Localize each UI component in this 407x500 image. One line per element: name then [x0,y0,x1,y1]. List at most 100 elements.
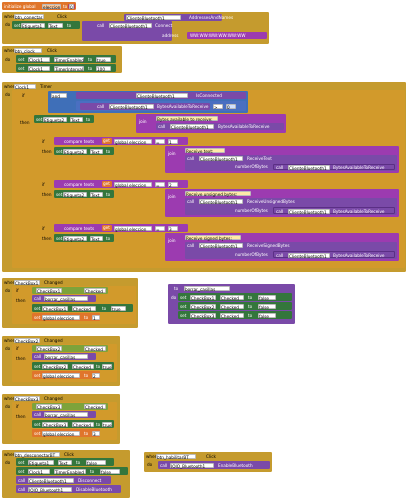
component-dropdown[interactable]: CheckBox1 [42,305,68,312]
set-global-eleccion[interactable]: set global eleccion to 3 [32,429,100,437]
if-eleccion-2[interactable]: if then compare texts get global eleccio… [34,179,403,220]
component-dropdown[interactable]: CheckBox2 [190,303,216,310]
text-literal[interactable]: Bytes available to receive: [156,115,218,122]
if-block[interactable]: if then CheckBox1 Checked call borrar_ca… [12,286,136,324]
component-dropdown[interactable]: CheckBox3 [42,421,68,428]
property-dropdown[interactable]: Text [90,191,103,198]
component-dropdown[interactable]: ClienteBluetooth1 [199,199,243,205]
property-dropdown[interactable]: Text [58,459,72,466]
and-dropdown[interactable]: and [51,93,67,99]
component-dropdown[interactable]: CheckBox3 [190,312,216,319]
variable-dropdown[interactable]: global eleccion [114,138,152,145]
number-value[interactable]: 0 [226,103,236,110]
component-dropdown[interactable]: btn_clock [14,47,42,54]
property-dropdown[interactable]: Checked [220,303,244,310]
compare-texts-2[interactable]: compare texts get global eleccion = 2 [54,180,188,188]
property-dropdown[interactable]: Text [90,235,103,242]
boolean-true[interactable]: true [111,305,126,312]
component-dropdown[interactable]: btn_habilitarBT [156,453,196,460]
component-dropdown[interactable]: Clock1 [28,468,50,475]
property-dropdown[interactable]: Checked [84,288,106,294]
bytes-available-call[interactable]: call ClienteBluetooth1 BytesAvailableToR… [273,251,395,259]
bytes-available-call[interactable]: call ClienteBluetooth1 BytesAvailableToR… [80,102,210,110]
number-value-block[interactable]: 0 [68,3,75,10]
set-etiqueta1-text[interactable]: set Etiqueta1 Text to false [16,458,114,466]
event-btn-conectar-click[interactable]: when btn_conectar Click do set Etiqueta1… [2,12,269,44]
boolean-true[interactable]: true [102,363,112,370]
set-global-eleccion[interactable]: set global eleccion to 1 [32,313,100,321]
procedure-dropdown[interactable]: borrar_casillas [44,296,88,302]
variable-dropdown[interactable]: global eleccion [42,372,80,379]
property-dropdown[interactable]: Checked [72,305,96,312]
component-dropdown[interactable]: ClienteBluetooth1 [126,15,181,21]
event-btn-habilitar-click[interactable]: when btn_habilitarBT Click do call IOIO_… [144,452,272,472]
set-checkbox-checked[interactable]: set CheckBox1 Checked to true [32,304,133,312]
property-dropdown[interactable]: Checked [84,346,106,352]
component-dropdown[interactable]: ClienteBluetooth1 [136,93,188,99]
variable-dropdown[interactable]: global eleccion [114,181,152,188]
component-dropdown[interactable]: ClienteBluetooth1 [109,22,152,29]
call-connect-block[interactable]: call ClienteBluetooth1 Connect address [82,21,178,41]
join-block[interactable]: join Receive unsigned bytes: call Client… [165,189,399,217]
if-block[interactable]: if then CheckBox2 Checked call borrar_ca… [12,344,117,382]
component-dropdown[interactable]: ClienteBluetooth1 [28,477,74,484]
event-btn-desconectar-click[interactable]: when btn_desconectarBT Click do set Etiq… [2,450,130,498]
compare-texts-1[interactable]: compare texts get global eleccion = 1 [54,137,188,145]
set-etiqueta1-text[interactable]: set Etiqueta1 Text to [12,21,80,29]
procedure-dropdown[interactable]: borrar_casillas [44,412,88,418]
procedure-name[interactable]: borrar_casillas [184,285,230,292]
component-dropdown[interactable]: CheckBox1 [36,288,62,294]
if-block[interactable]: if then CheckBox3 Checked call borrar_ca… [12,402,117,440]
set-checkbox3-false[interactable]: set CheckBox3 Checked to false [178,311,292,319]
compare-texts-3[interactable]: compare texts get global eleccion = 3 [54,224,188,232]
operator-dropdown[interactable]: = [155,225,165,232]
join-block[interactable]: join Receive signed bytes: call ClienteB… [165,233,399,261]
component-dropdown[interactable]: ClienteBluetooth1 [199,156,243,162]
variable-dropdown[interactable]: global eleccion [114,225,152,232]
component-dropdown[interactable]: ClienteBluetooth1 [288,165,330,171]
set-global-eleccion[interactable]: set global eleccion to 2 [32,371,100,379]
component-dropdown[interactable]: Etiqueta1 [21,22,45,29]
isconnected-getter[interactable]: ClienteBluetooth1 IsConnected [76,92,246,99]
component-dropdown[interactable]: btn_desconectarBT [14,451,60,458]
component-dropdown[interactable]: Clock1 [28,65,50,72]
call-disconnect[interactable]: call ClienteBluetooth1 Disconnect [16,476,111,484]
compare-gt-block[interactable]: call ClienteBluetooth1 BytesAvailableToR… [76,101,246,111]
text-literal[interactable]: 3 [92,430,100,437]
address-text-block[interactable]: WW:WW:WW:WW:WW:WW [187,32,267,39]
property-dropdown[interactable]: TimerInterval [54,65,84,72]
set-checkbox-checked[interactable]: set CheckBox3 Checked to true [32,420,114,428]
component-dropdown[interactable]: IOIO_Bluetooth1 [170,462,214,469]
bytes-available-call[interactable]: call ClienteBluetooth1 BytesAvailableToR… [156,123,284,130]
component-dropdown[interactable]: CheckBox3 [36,404,62,410]
component-dropdown[interactable]: ClienteBluetooth1 [109,103,154,110]
init-global-block[interactable]: initialize global eleccion to 0 [2,2,76,10]
variable-dropdown[interactable]: global eleccion [42,430,80,437]
boolean-false[interactable]: false [258,303,276,310]
set-etiqueta2-text[interactable]: set Etiqueta2 Text to [54,147,114,155]
text-literal[interactable]: 1 [92,314,100,321]
procedure-borrar-casillas[interactable]: to borrar_casillas do set CheckBox1 Chec… [168,284,295,324]
get-block[interactable]: get [102,138,112,144]
global-var-name[interactable]: eleccion [42,3,61,10]
bytes-available-call[interactable]: call ClienteBluetooth1 BytesAvailableToR… [273,207,395,215]
property-dropdown[interactable]: Checked [84,404,106,410]
text-literal[interactable]: Receive unsigned bytes: [185,190,251,197]
number-value[interactable]: 100 [96,65,111,72]
set-clock1-timerenabled[interactable]: set Clock1 TimerEnabled to false [16,467,128,475]
text-literal[interactable]: Receive text: [185,147,225,154]
set-timerinterval[interactable]: set Clock1 TimerInterval to 100 [16,64,116,72]
text-literal[interactable]: 1 [168,138,178,145]
if-eleccion-1[interactable]: if then compare texts get global eleccio… [34,136,403,176]
boolean-false[interactable]: false [258,312,276,319]
component-dropdown[interactable]: ClienteBluetooth1 [288,208,330,215]
address-text[interactable]: WW:WW:WW:WW:WW:WW [190,33,246,38]
join-block[interactable]: join Bytes available to receive: call Cl… [136,114,286,133]
boolean-false[interactable]: false [258,294,276,301]
property-dropdown[interactable]: Checked [220,312,244,319]
text-literal[interactable]: 2 [168,181,178,188]
component-dropdown[interactable]: Etiqueta2 [43,116,67,123]
get-block[interactable]: get [102,225,112,231]
component-dropdown[interactable]: CheckBox1 [190,294,216,301]
property-dropdown[interactable]: Checked [72,421,94,428]
